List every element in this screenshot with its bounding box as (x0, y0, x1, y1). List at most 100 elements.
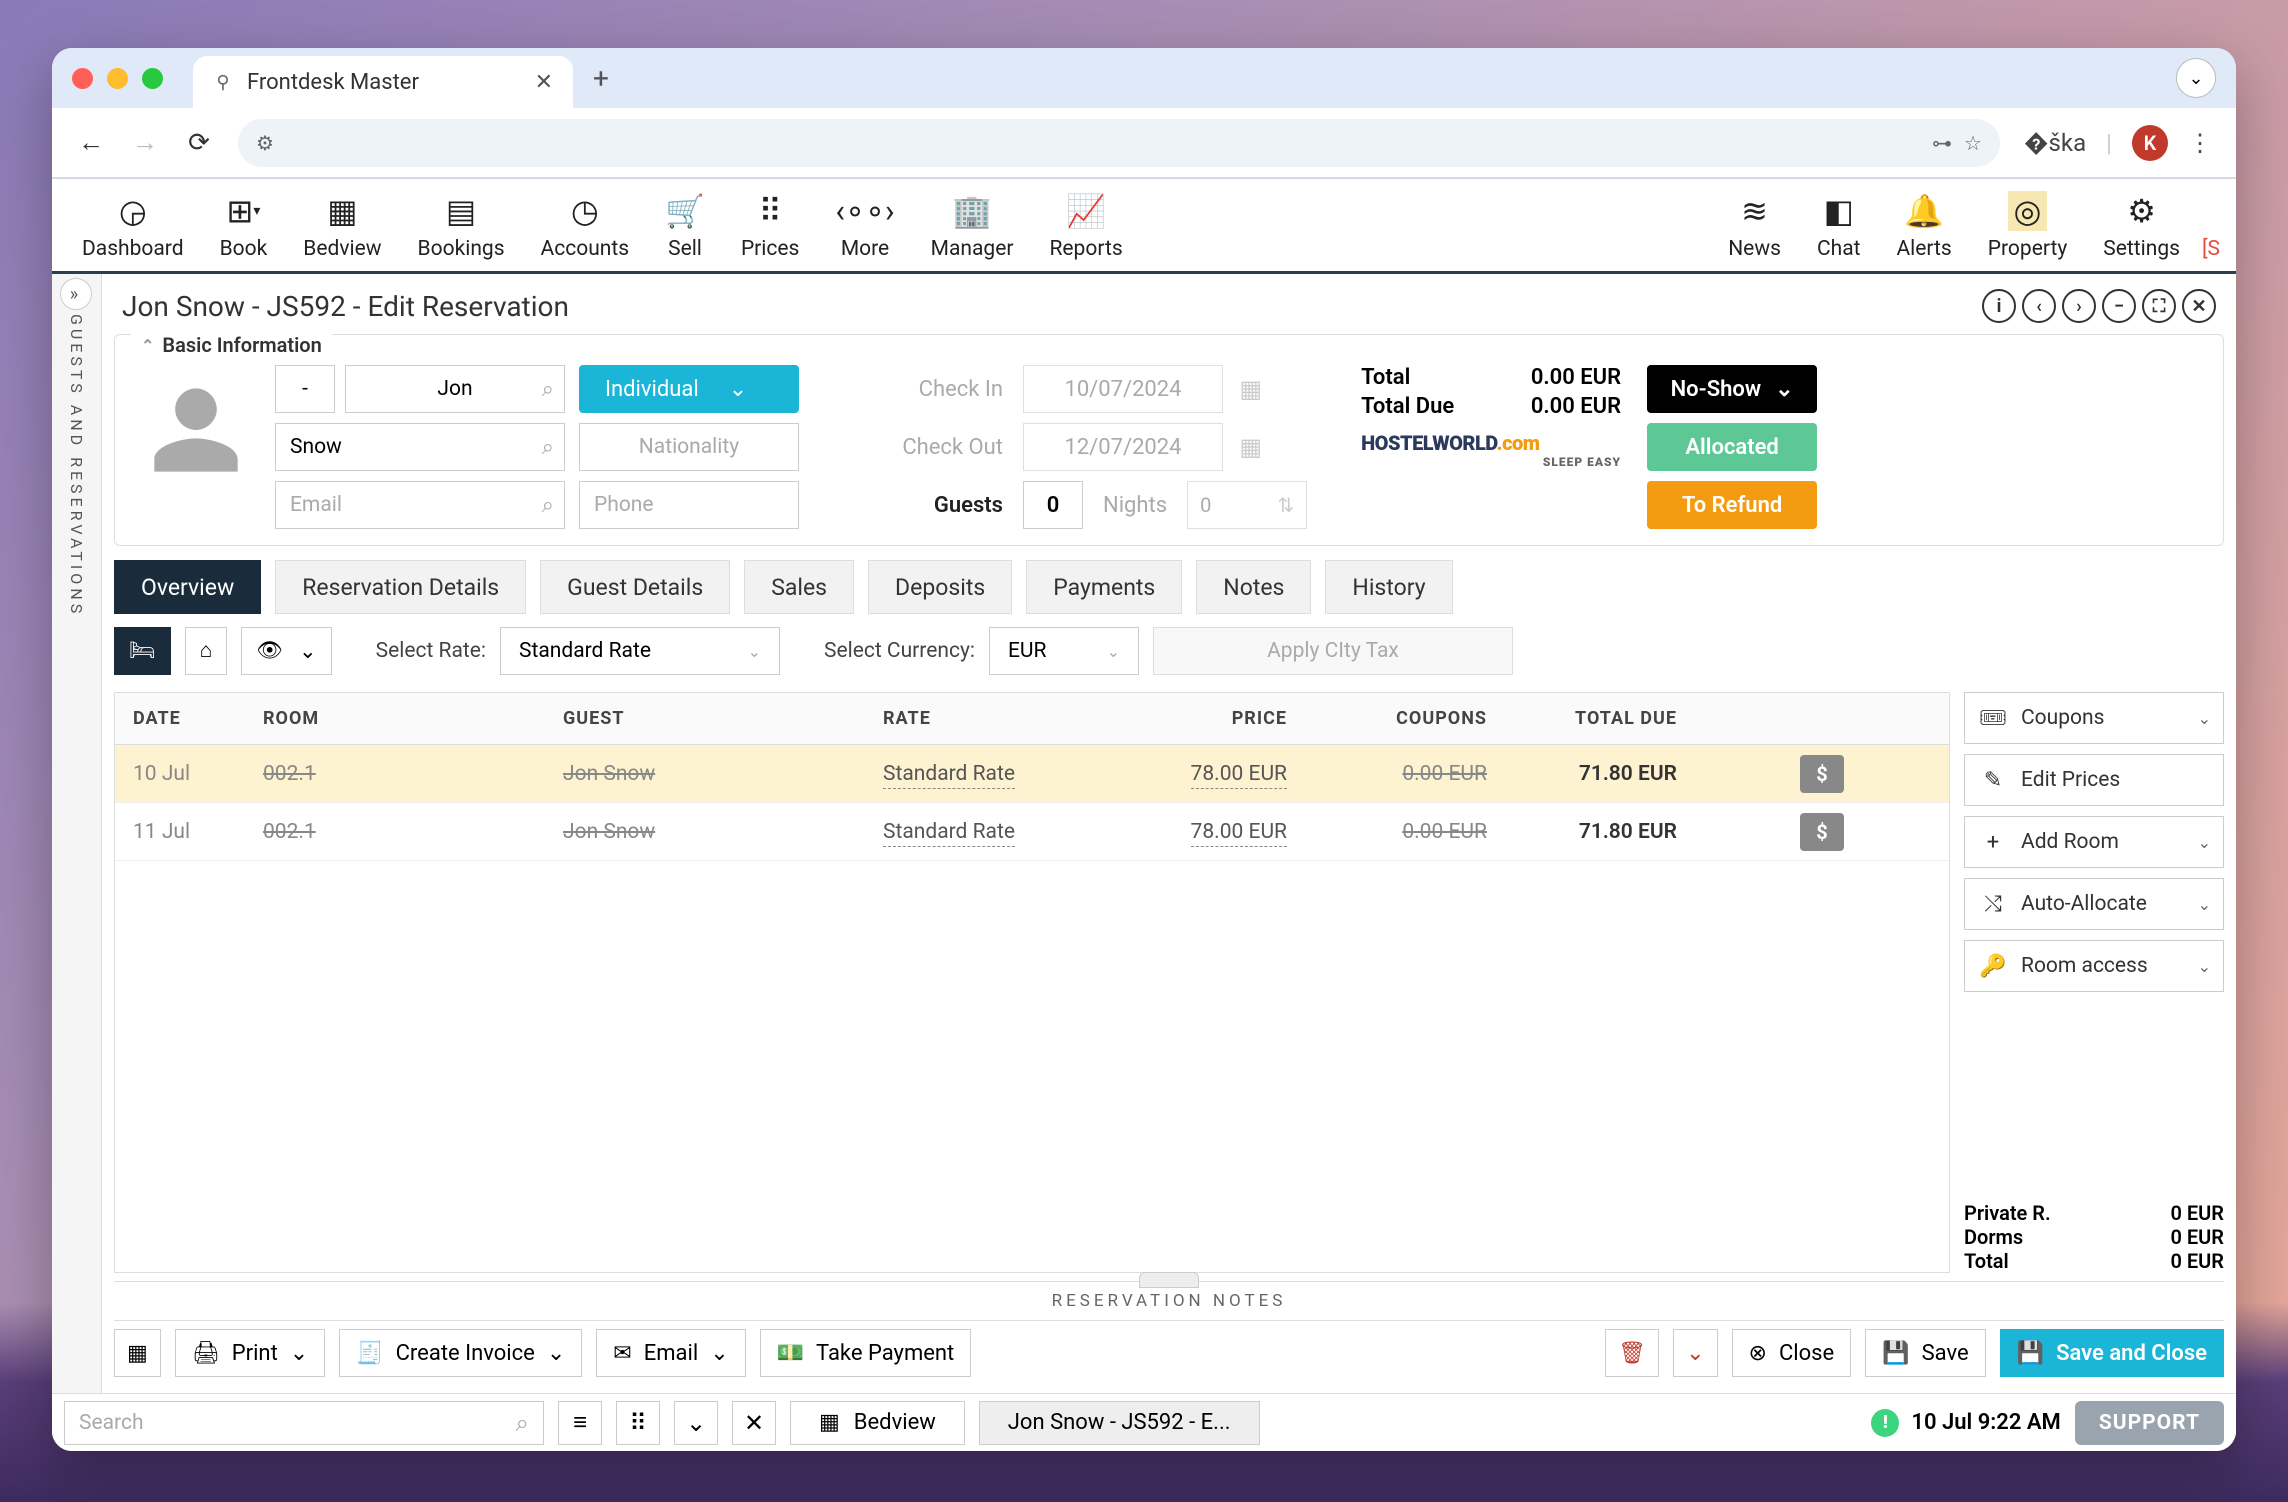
toolbar-property[interactable]: ◎ Property (1970, 185, 2086, 271)
create-invoice-button[interactable]: 🧾 Create Invoice ⌄ (339, 1329, 582, 1377)
calendar-icon[interactable]: ▦ (1239, 433, 1262, 461)
email-input[interactable]: Email ⌕ (275, 481, 565, 529)
list-view-button[interactable]: ≡ (558, 1401, 602, 1445)
room-access-button[interactable]: 🔑 Room access ⌄ (1964, 940, 2224, 992)
last-name-input[interactable]: Snow ⌕ (275, 423, 565, 471)
tab-notes[interactable]: Notes (1196, 560, 1311, 614)
nights-input[interactable]: 0 ⇅ (1187, 481, 1307, 529)
row-price-button[interactable]: $ (1800, 755, 1844, 793)
toolbar-news[interactable]: ≋ News (1710, 185, 1799, 271)
minimize-window-button[interactable] (107, 68, 128, 89)
toolbar-chat[interactable]: ◧ Chat (1799, 185, 1879, 271)
toolbar-book[interactable]: ⊞ ▾ Book (202, 185, 286, 271)
status-allocated-button[interactable]: Allocated (1647, 423, 1817, 471)
tab-deposits[interactable]: Deposits (868, 560, 1012, 614)
tab-sales[interactable]: Sales (744, 560, 854, 614)
view-bed-button[interactable]: 🛏 (114, 627, 171, 675)
toolbar-bedview[interactable]: ▦ Bedview (285, 185, 399, 271)
stepper-icon[interactable]: ⇅ (1277, 493, 1294, 517)
guests-input[interactable]: 0 (1023, 481, 1083, 529)
sidebar-guests-reservations[interactable]: » GUESTS AND RESERVATIONS (52, 274, 102, 1393)
toolbar-dashboard[interactable]: ◶ Dashboard (64, 185, 202, 271)
tab-history[interactable]: History (1325, 560, 1452, 614)
tab-close-icon[interactable]: ✕ (535, 70, 553, 95)
browser-tab[interactable]: ⚲ Frontdesk Master ✕ (193, 56, 573, 108)
close-window-button[interactable] (72, 68, 93, 89)
status-noshow-button[interactable]: No-Show ⌄ (1647, 365, 1817, 413)
first-name-input[interactable]: Jon ⌕ (345, 365, 565, 413)
drag-handle-icon[interactable] (1139, 1272, 1199, 1288)
sidebar-expand-icon[interactable]: » (60, 278, 92, 310)
auto-allocate-button[interactable]: ⤭ Auto-Allocate ⌄ (1964, 878, 2224, 930)
view-house-button[interactable]: ⌂ (185, 627, 228, 675)
panel-prev-button[interactable]: ‹ (2022, 289, 2056, 323)
maximize-window-button[interactable] (142, 68, 163, 89)
nationality-input[interactable]: Nationality (579, 423, 799, 471)
grid-view-button[interactable]: ▦ (114, 1329, 161, 1377)
search-icon[interactable]: ⌕ (542, 435, 554, 460)
tab-payments[interactable]: Payments (1026, 560, 1182, 614)
password-key-icon[interactable]: ⊶ (1932, 131, 1952, 155)
calendar-icon[interactable]: ▦ (1239, 375, 1262, 403)
toolbar-sell[interactable]: 🛒 Sell (647, 185, 723, 271)
rate-select[interactable]: Standard Rate ⌄ (500, 627, 780, 675)
add-room-button[interactable]: + Add Room ⌄ (1964, 816, 2224, 868)
chevron-up-icon[interactable]: ⌃ (141, 336, 154, 355)
reservation-notes-header[interactable]: RESERVATION NOTES (114, 1281, 2224, 1321)
print-button[interactable]: 🖨 Print ⌄ (175, 1329, 325, 1377)
tab-guest-details[interactable]: Guest Details (540, 560, 730, 614)
take-payment-button[interactable]: 💵 Take Payment (760, 1329, 972, 1377)
panel-maximize-button[interactable]: ⛶ (2142, 289, 2176, 323)
toolbar-reports[interactable]: 📈 Reports (1031, 185, 1140, 271)
site-settings-icon[interactable]: ⚙ (256, 131, 274, 155)
new-tab-button[interactable]: + (593, 62, 609, 95)
extensions-icon[interactable]: �ška (2024, 129, 2086, 157)
panel-close-button[interactable]: ✕ (2182, 289, 2216, 323)
prefix-input[interactable]: - (275, 365, 335, 413)
apply-city-tax-button[interactable]: Apply CIty Tax (1153, 627, 1513, 675)
phone-input[interactable]: Phone (579, 481, 799, 529)
nav-reload-button[interactable]: ⟳ (184, 128, 214, 158)
table-row[interactable]: 10 Jul 002.1 Jon Snow Standard Rate 78.0… (115, 745, 1949, 803)
bookmark-star-icon[interactable]: ☆ (1964, 131, 1982, 155)
profile-avatar[interactable]: K (2132, 125, 2168, 161)
search-icon[interactable]: ⌕ (542, 377, 554, 402)
row-price-button[interactable]: $ (1800, 813, 1844, 851)
browser-menu-icon[interactable]: ⋮ (2188, 129, 2212, 157)
delete-button[interactable]: 🗑 (1605, 1329, 1659, 1377)
address-bar[interactable]: ⚙ ⊶ ☆ (238, 119, 2000, 167)
statusbar-tab-reservation[interactable]: Jon Snow - JS592 - E... (979, 1401, 1260, 1445)
tab-reservation-details[interactable]: Reservation Details (275, 560, 526, 614)
checkin-date-input[interactable]: 10/07/2024 ▦ (1023, 365, 1223, 413)
guest-type-select[interactable]: Individual ⌄ (579, 365, 799, 413)
currency-select[interactable]: EUR ⌄ (989, 627, 1139, 675)
toolbar-accounts[interactable]: ◷ Accounts (523, 185, 648, 271)
dropdown-button[interactable]: ⌄ (674, 1401, 718, 1445)
search-icon[interactable]: ⌕ (542, 493, 554, 518)
nav-forward-button[interactable]: → (130, 127, 160, 158)
table-row[interactable]: 11 Jul 002.1 Jon Snow Standard Rate 78.0… (115, 803, 1949, 861)
global-search-input[interactable]: Search ⌕ (64, 1401, 544, 1445)
save-button[interactable]: 💾 Save (1865, 1329, 1985, 1377)
search-icon[interactable]: ⌕ (516, 1409, 529, 1437)
toolbar-prices[interactable]: ⠿ Prices (723, 185, 817, 271)
toolbar-settings[interactable]: ⚙ Settings (2085, 185, 2198, 271)
close-tab-button[interactable]: ✕ (732, 1401, 776, 1445)
close-button[interactable]: ⊗ Close (1732, 1329, 1852, 1377)
status-refund-button[interactable]: To Refund (1647, 481, 1817, 529)
tab-overview[interactable]: Overview (114, 560, 261, 614)
edit-prices-button[interactable]: ✎ Edit Prices (1964, 754, 2224, 806)
coupons-button[interactable]: 🎟 Coupons ⌄ (1964, 692, 2224, 744)
delete-dropdown-button[interactable]: ⌄ (1673, 1329, 1717, 1377)
support-button[interactable]: SUPPORT (2075, 1401, 2224, 1445)
nav-back-button[interactable]: ← (76, 127, 106, 158)
visibility-toggle[interactable]: 👁⌄ (241, 627, 331, 675)
statusbar-tab-bedview[interactable]: ▦ Bedview (790, 1401, 965, 1445)
save-and-close-button[interactable]: 💾 Save and Close (2000, 1329, 2224, 1377)
toolbar-bookings[interactable]: ▤ Bookings (400, 185, 523, 271)
checkout-date-input[interactable]: 12/07/2024 ▦ (1023, 423, 1223, 471)
panel-minimize-button[interactable]: − (2102, 289, 2136, 323)
toolbar-alerts[interactable]: 🔔 Alerts (1878, 185, 1969, 271)
grid-view-button[interactable]: ⠿ (616, 1401, 660, 1445)
alert-badge[interactable]: [S (2198, 237, 2224, 271)
